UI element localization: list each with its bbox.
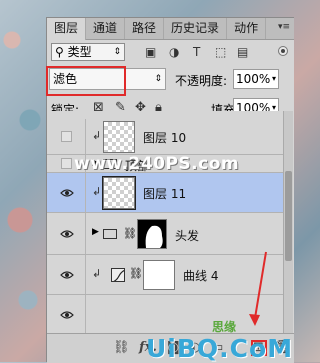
divider	[85, 173, 86, 212]
layer-thumbnail	[103, 121, 135, 153]
curves-adjustment-icon	[111, 268, 125, 282]
clip-arrow-icon: ↲	[92, 267, 102, 280]
divider	[85, 119, 86, 154]
eye-icon[interactable]	[60, 229, 74, 239]
layer-row[interactable]: ▶ ⛓ 头发	[47, 213, 284, 255]
shape-filter-icon[interactable]: ⬚	[215, 45, 226, 59]
opacity-label: 不透明度:	[175, 74, 228, 88]
filter-kind-select[interactable]: ⚲ 类型 ⇕	[51, 43, 125, 61]
panel-tabs: 图层 通道 路径 历史记录 动作	[47, 18, 294, 40]
divider	[85, 255, 86, 294]
clip-arrow-icon: ↲	[92, 129, 102, 142]
tab-actions[interactable]: 动作	[227, 18, 267, 39]
chain-link-icon[interactable]: ⛓	[129, 267, 143, 280]
clip-arrow-icon: ↲	[92, 185, 102, 198]
chevron-updown-icon: ⇕	[154, 74, 162, 84]
hair-mask-shape	[145, 225, 163, 248]
watermark-bottom: UiBQ.CoM	[146, 334, 294, 363]
visibility-toggle[interactable]	[61, 131, 72, 142]
tab-layers[interactable]: 图层	[47, 18, 87, 40]
watermark-cn: 思缘	[212, 320, 237, 334]
folder-icon	[103, 229, 117, 239]
blend-row: 滤色 ⇕ 不透明度: 100% ▾	[46, 66, 294, 96]
layers-scrollbar[interactable]	[283, 111, 293, 333]
layer-name: 图层 11	[143, 187, 187, 201]
divider	[85, 295, 86, 333]
layer-name: 曲线 4	[183, 269, 219, 283]
tab-channels[interactable]: 通道	[86, 18, 126, 39]
layer-row[interactable]: ↲ ⛓ 曲线 4	[47, 255, 284, 295]
filter-row: ⚲ 类型 ⇕ ▣ ◑ T ⬚ ▤	[47, 40, 294, 64]
image-filter-icon[interactable]: ▣	[145, 45, 156, 59]
watermark-top: www.240PS.com	[74, 154, 240, 174]
tab-history[interactable]: 历史记录	[164, 18, 228, 39]
smart-object-filter-icon[interactable]: ▤	[237, 45, 248, 59]
layer-row[interactable]	[47, 295, 284, 333]
opacity-input[interactable]: 100% ▾	[233, 69, 279, 89]
chevron-updown-icon: ⇕	[113, 47, 121, 57]
filter-toggle-icon[interactable]	[278, 46, 288, 56]
adjustment-filter-icon[interactable]: ◑	[169, 45, 179, 59]
eye-icon[interactable]	[60, 188, 74, 198]
layer-mask-thumbnail[interactable]	[143, 260, 175, 290]
text-filter-icon[interactable]: T	[193, 45, 200, 59]
eye-icon[interactable]	[60, 310, 74, 320]
layer-row[interactable]: ↲ 图层 10	[47, 119, 284, 155]
layers-list: ↲ 图层 10 ▶ 顶部 ↲ 图层 11 ▶ ⛓ 头发 ↲ ⛓ 曲线 4	[47, 111, 284, 333]
opacity-value: 100%	[236, 72, 271, 86]
filter-kind-label: 类型	[67, 45, 92, 59]
eye-icon[interactable]	[60, 270, 74, 280]
divider	[85, 213, 86, 254]
blend-mode-highlight	[46, 66, 126, 96]
chevron-down-icon: ▾	[271, 74, 276, 83]
layer-name: 头发	[175, 229, 200, 243]
panel-menu-icon[interactable]: ▾≡	[278, 22, 290, 32]
layers-panel: 图层 通道 路径 历史记录 动作 ▾≡ ⚲ 类型 ⇕ ▣ ◑ T ⬚ ▤ 滤色 …	[46, 17, 294, 363]
chain-link-icon[interactable]: ⛓	[123, 227, 137, 240]
layer-thumbnail	[102, 176, 136, 210]
tab-paths[interactable]: 路径	[125, 18, 165, 39]
layer-row-selected[interactable]: ↲ 图层 11	[47, 173, 284, 213]
search-icon: ⚲	[55, 45, 68, 59]
expand-arrow-icon[interactable]: ▶	[92, 227, 99, 237]
layer-name: 图层 10	[143, 131, 187, 145]
visibility-toggle[interactable]	[61, 158, 72, 169]
scroll-thumb[interactable]	[285, 171, 292, 261]
link-layers-icon[interactable]: ⛓	[113, 340, 130, 355]
layer-mask-thumbnail[interactable]	[137, 219, 167, 249]
